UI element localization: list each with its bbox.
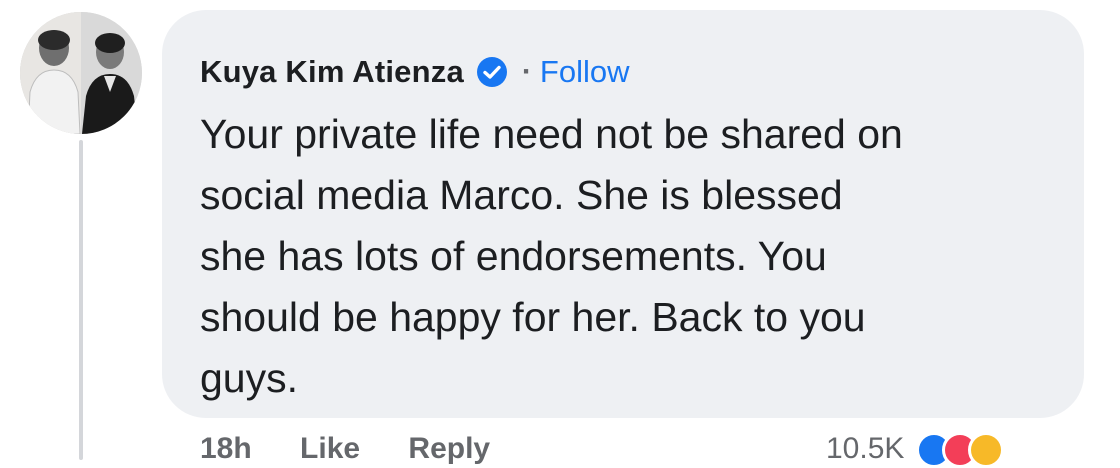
comment-text-line: she has lots of endorsements. You <box>200 233 827 279</box>
haha-icon <box>968 432 1005 468</box>
verified-badge-icon <box>476 56 508 88</box>
comment-text: Your private life need not be shared on … <box>200 104 1070 409</box>
comment-text-line: guys. <box>200 355 298 401</box>
reaction-summary[interactable]: 10.5K <box>826 432 1005 468</box>
avatar[interactable] <box>20 12 142 134</box>
like-button[interactable]: Like <box>300 432 360 465</box>
comment-timestamp[interactable]: 18h <box>200 432 252 465</box>
author-name[interactable]: Kuya Kim Atienza <box>200 54 464 90</box>
comment-text-line: Your private life need not be shared on <box>200 111 903 157</box>
separator-dot: · <box>521 55 532 88</box>
avatar-photo <box>20 12 142 134</box>
comment-text-line: social media Marco. She is blessed <box>200 172 843 218</box>
reaction-count: 10.5K <box>826 432 905 465</box>
reply-button[interactable]: Reply <box>408 432 490 465</box>
follow-button[interactable]: Follow <box>540 54 630 90</box>
comment-header: Kuya Kim Atienza · Follow <box>200 52 629 92</box>
comment-text-line: should be happy for her. Back to you <box>200 294 866 340</box>
reply-thread-line <box>79 140 83 460</box>
comment-actions: 18h Like Reply <box>200 432 530 466</box>
